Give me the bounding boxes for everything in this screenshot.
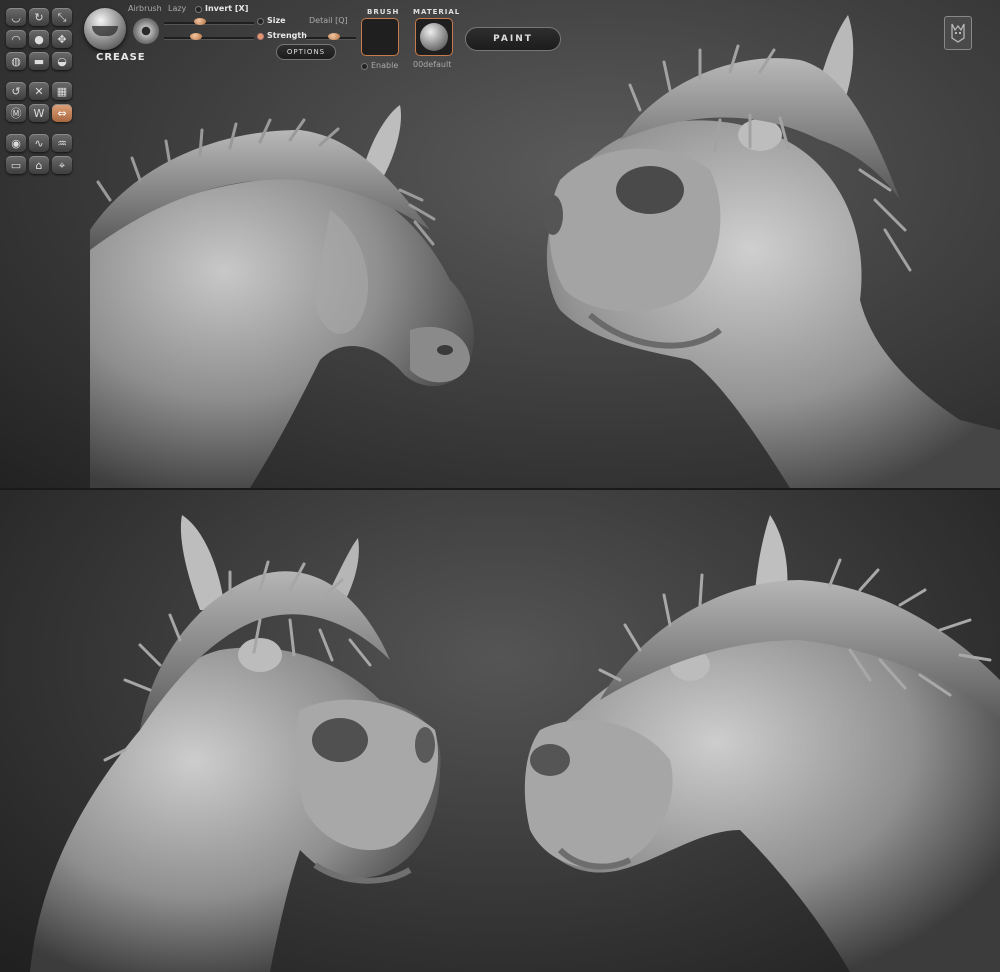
brush-name: CREASE (96, 52, 146, 63)
draw-icon[interactable]: ↺ (6, 82, 26, 100)
paint-button[interactable]: PAINT (465, 27, 561, 51)
brush-slot[interactable] (361, 18, 399, 56)
tool-palette: ◡ ↻ ⤡ ◠ ● ✥ ◍ ▬ ◒ ↺ ✕ ▦ Ⓜ W ⇔ ◉ ∿ ♒ ▭ ⌂ … (6, 8, 72, 174)
scale-icon[interactable]: ⤡ (52, 8, 72, 26)
flatten-icon[interactable]: ▭ (6, 156, 26, 174)
horse-front-left (30, 515, 441, 972)
size-slider-knob[interactable] (189, 33, 202, 40)
horse-three-quarter (524, 515, 1000, 972)
invert-label[interactable]: Invert [X] (205, 4, 248, 13)
viewport-bottom[interactable] (0, 490, 1000, 972)
logo-glyph (951, 23, 965, 43)
options-button[interactable]: OPTIONS (276, 44, 336, 60)
hpolish-icon[interactable]: ⌖ (52, 156, 72, 174)
horse-side-view (90, 105, 474, 488)
sculpt-standard-icon[interactable]: ◡ (6, 8, 26, 26)
detail-slider-knob[interactable] (327, 33, 340, 40)
enable-label[interactable]: Enable (371, 61, 398, 70)
current-brush-icon[interactable] (84, 8, 126, 50)
invert-toggle[interactable] (196, 7, 201, 12)
size-label: Size (267, 16, 286, 25)
inflate-icon[interactable]: ● (29, 30, 49, 48)
mask-icon[interactable]: ✕ (29, 82, 49, 100)
airbrush-label[interactable]: Airbrush (128, 4, 162, 13)
snake-icon[interactable]: ∿ (29, 134, 49, 152)
palette-spacer (6, 126, 72, 130)
material-slot[interactable] (415, 18, 453, 56)
strength-toggle[interactable] (258, 34, 263, 39)
sculpt-render-bottom (30, 515, 1000, 972)
size-slider-track[interactable] (164, 37, 254, 39)
horse-front-closeup (543, 15, 1000, 488)
grid-icon[interactable]: ▦ (52, 82, 72, 100)
viewport-top[interactable] (0, 0, 1000, 488)
transform-icon[interactable]: Ⓜ (6, 104, 26, 122)
smooth-icon[interactable]: ◍ (6, 52, 26, 70)
symmetry-icon[interactable]: W (29, 104, 49, 122)
pinch-icon[interactable]: ◒ (52, 52, 72, 70)
material-slot-title: MATERIAL (413, 8, 461, 16)
material-name: 00default (413, 60, 452, 69)
stroke-type-icon[interactable] (133, 18, 159, 44)
strength-label: Strength (267, 31, 307, 40)
layer-icon[interactable]: ▬ (29, 52, 49, 70)
palette-spacer (6, 74, 72, 78)
lazy-slider-track[interactable] (164, 22, 254, 24)
polyframe-icon[interactable]: ◉ (6, 134, 26, 152)
enable-toggle[interactable] (362, 64, 367, 69)
active-mirror-icon[interactable]: ⇔ (52, 104, 72, 122)
size-toggle[interactable] (258, 19, 263, 24)
clay-icon[interactable]: ◠ (6, 30, 26, 48)
detail-label: Detail [Q] (309, 16, 348, 25)
material-sphere-icon (420, 23, 448, 51)
lazy-label[interactable]: Lazy (168, 4, 186, 13)
brush-slot-title: BRUSH (367, 8, 400, 16)
app-logo-icon (944, 16, 972, 50)
lazy-slider-knob[interactable] (194, 18, 206, 25)
rotate-icon[interactable]: ↻ (29, 8, 49, 26)
sculpt-render-top (90, 15, 1000, 488)
move-icon[interactable]: ✥ (52, 30, 72, 48)
clay-tubes-icon[interactable]: ♒ (52, 134, 72, 152)
polish-icon[interactable]: ⌂ (29, 156, 49, 174)
